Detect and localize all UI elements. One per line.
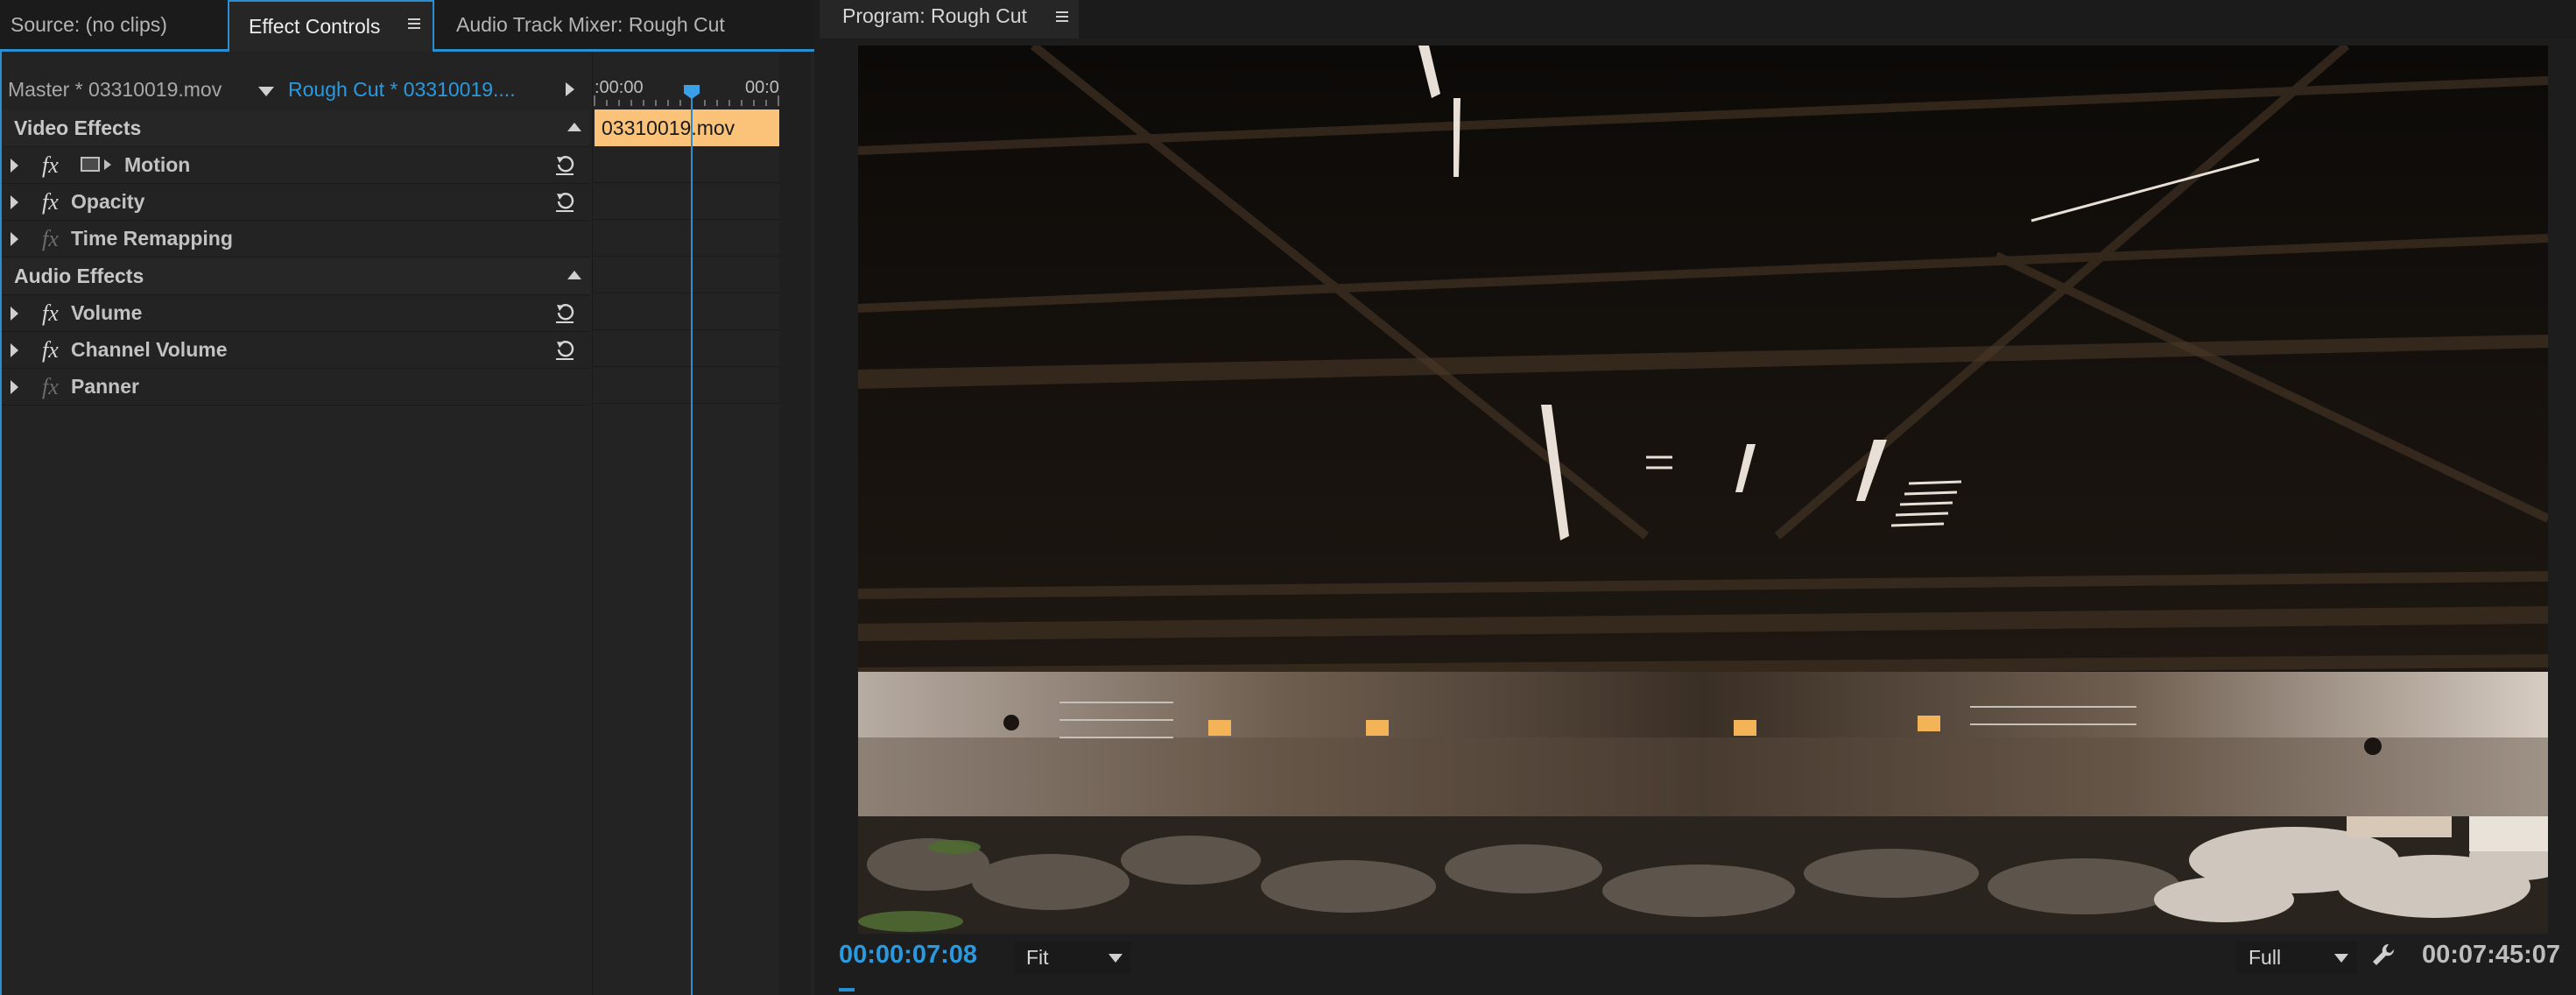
tab-program-label: Program: Rough Cut <box>842 4 1027 27</box>
panel-menu-icon[interactable] <box>408 18 420 31</box>
video-frame-image <box>858 46 2548 934</box>
collapse-up-icon[interactable] <box>567 271 581 279</box>
effect-row-time-remapping[interactable]: fx Time Remapping <box>2 221 590 258</box>
fx-toggle-icon[interactable]: fx <box>42 147 59 183</box>
timeline-row <box>593 257 780 293</box>
tab-program-monitor[interactable]: Program: Rough Cut <box>820 0 1079 39</box>
audio-effects-header[interactable]: Audio Effects <box>2 258 590 295</box>
fx-toggle-icon: fx <box>42 374 59 399</box>
panel-menu-icon[interactable] <box>1056 11 1068 24</box>
fx-toggle-icon[interactable]: fx <box>42 332 59 368</box>
chevron-down-icon[interactable] <box>258 87 274 96</box>
effect-row-motion[interactable]: fx Motion <box>2 147 590 184</box>
effect-name: Volume <box>71 301 143 324</box>
fx-toggle-icon[interactable]: fx <box>42 184 59 220</box>
vertical-scroll-track[interactable] <box>779 52 811 995</box>
expand-triangle-icon[interactable] <box>11 159 18 173</box>
effect-controls-panel-group: Source: (no clips) Effect Controls Audio… <box>0 0 814 995</box>
effect-controls-timeline[interactable]: :00:00 00:0 03310019.mov <box>592 52 780 995</box>
left-tab-bar: Source: (no clips) Effect Controls Audio… <box>0 0 814 52</box>
effect-row-channel-volume[interactable]: fx Channel Volume <box>2 332 590 369</box>
sequence-clip-label[interactable]: Rough Cut * 03310019.... <box>288 78 516 102</box>
audio-effects-title: Audio Effects <box>14 265 144 287</box>
program-tab-bar: Program: Rough Cut <box>820 0 2576 39</box>
effect-row-panner[interactable]: fx Panner <box>2 369 590 406</box>
timeline-row <box>593 220 780 257</box>
collapse-up-icon[interactable] <box>567 123 581 131</box>
expand-triangle-icon[interactable] <box>11 195 18 209</box>
zoom-level-select[interactable]: Fit <box>1014 941 1131 974</box>
effect-name: Time Remapping <box>71 227 233 250</box>
effect-name: Opacity <box>71 190 145 213</box>
tab-effect-controls-label: Effect Controls <box>249 15 381 38</box>
program-video-frame[interactable] <box>858 46 2548 934</box>
zoom-level-value: Fit <box>1026 946 1049 969</box>
fx-toggle-icon: fx <box>42 226 59 251</box>
program-monitor-panel: Program: Rough Cut 00:00:07:08 Fit Full … <box>820 0 2576 995</box>
clip-bar[interactable]: 03310019.mov <box>595 109 780 146</box>
expand-triangle-icon[interactable] <box>11 307 18 321</box>
motion-transform-icon[interactable] <box>81 157 100 172</box>
wrench-icon[interactable] <box>2371 942 2396 967</box>
tab-effect-controls[interactable]: Effect Controls <box>228 0 434 52</box>
reset-icon[interactable] <box>553 339 576 362</box>
duration-timecode: 00:07:45:07 <box>2422 941 2560 969</box>
effect-name: Channel Volume <box>71 338 228 361</box>
timeline-row <box>593 330 780 367</box>
effects-list: Video Effects fx Motion fx Opacity fx Ti… <box>2 109 590 406</box>
chevron-down-icon <box>2334 954 2348 963</box>
tab-audio-track-mixer[interactable]: Audio Track Mixer: Rough Cut <box>456 0 725 49</box>
timeline-row <box>593 367 780 404</box>
master-clip-label[interactable]: Master * 03310019.mov <box>8 78 222 102</box>
playback-resolution-select[interactable]: Full <box>2236 941 2357 974</box>
expand-triangle-icon[interactable] <box>11 380 18 394</box>
video-effects-title: Video Effects <box>14 116 142 139</box>
effect-row-volume[interactable]: fx Volume <box>2 295 590 332</box>
timeline-row <box>593 183 780 220</box>
chevron-down-icon <box>1109 954 1123 963</box>
expand-triangle-icon[interactable] <box>11 232 18 246</box>
playhead-line[interactable] <box>691 85 693 995</box>
effect-name: Panner <box>71 375 139 398</box>
reset-icon[interactable] <box>553 191 576 214</box>
ruler-ticks <box>594 95 779 106</box>
program-monitor-controls: 00:00:07:08 Fit Full 00:07:45:07 <box>820 934 2576 995</box>
current-timecode[interactable]: 00:00:07:08 <box>839 941 977 970</box>
tab-source[interactable]: Source: (no clips) <box>11 0 167 49</box>
effect-name: Motion <box>124 153 191 176</box>
clip-selector-bar: Master * 03310019.mov Rough Cut * 033100… <box>2 71 590 106</box>
expand-triangle-icon[interactable] <box>11 343 18 357</box>
work-area-marker <box>839 988 855 991</box>
motion-arrow-icon <box>104 159 111 170</box>
timeline-row <box>593 146 780 183</box>
reset-icon[interactable] <box>553 154 576 177</box>
effect-controls-body: Master * 03310019.mov Rough Cut * 033100… <box>0 52 811 995</box>
effect-row-opacity[interactable]: fx Opacity <box>2 184 590 221</box>
timeline-row <box>593 293 780 330</box>
play-triangle-icon[interactable] <box>566 82 574 96</box>
video-effects-header[interactable]: Video Effects <box>2 109 590 147</box>
playback-resolution-value: Full <box>2249 946 2282 969</box>
fx-toggle-icon[interactable]: fx <box>42 295 59 331</box>
reset-icon[interactable] <box>553 302 576 325</box>
